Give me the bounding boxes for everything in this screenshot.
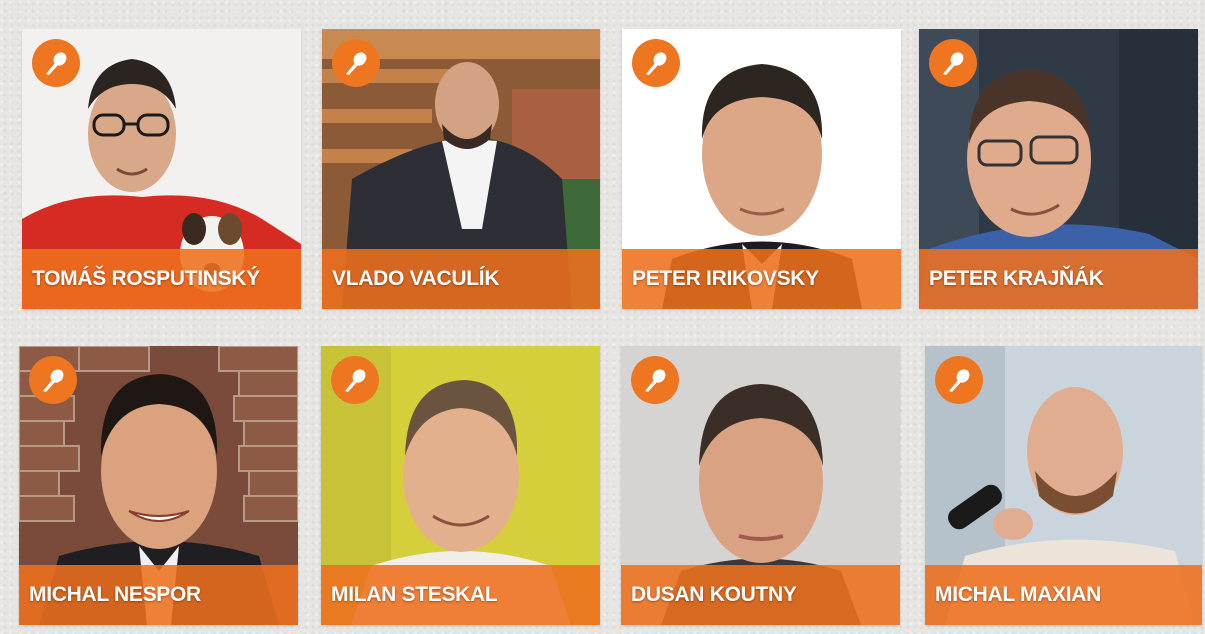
- speaker-name-bar: PETER IRIKOVSKY: [622, 249, 901, 309]
- speaker-name: MILAN STESKAL: [331, 583, 498, 606]
- speaker-name: TOMÁŠ ROSPUTINSKÝ: [32, 267, 260, 290]
- speaker-name: DUSAN KOUTNY: [631, 583, 797, 606]
- speakers-grid: TOMÁŠ ROSPUTINSKÝ VLADO VACULÍK PETER IR…: [0, 0, 1205, 634]
- speaker-card[interactable]: MICHAL NESPOR: [19, 346, 298, 625]
- microphone-icon: [929, 39, 977, 87]
- speaker-card[interactable]: VLADO VACULÍK: [322, 29, 600, 309]
- speaker-card[interactable]: TOMÁŠ ROSPUTINSKÝ: [22, 29, 301, 309]
- microphone-icon: [631, 356, 679, 404]
- speaker-name-bar: MILAN STESKAL: [321, 565, 600, 625]
- speaker-name: PETER IRIKOVSKY: [632, 267, 819, 290]
- speaker-name-bar: TOMÁŠ ROSPUTINSKÝ: [22, 249, 301, 309]
- speaker-name: MICHAL NESPOR: [29, 583, 201, 606]
- microphone-icon: [632, 39, 680, 87]
- speaker-name: VLADO VACULÍK: [332, 267, 500, 290]
- speaker-name-bar: MICHAL NESPOR: [19, 565, 298, 625]
- speaker-card[interactable]: MICHAL MAXIAN: [925, 346, 1202, 625]
- speaker-card[interactable]: MILAN STESKAL: [321, 346, 600, 625]
- speaker-name-bar: PETER KRAJŇÁK: [919, 249, 1198, 309]
- microphone-icon: [331, 356, 379, 404]
- speaker-name: MICHAL MAXIAN: [935, 583, 1102, 606]
- microphone-icon: [935, 356, 983, 404]
- microphone-icon: [332, 39, 380, 87]
- microphone-icon: [29, 356, 77, 404]
- speaker-name-bar: MICHAL MAXIAN: [925, 565, 1202, 625]
- speaker-name: PETER KRAJŇÁK: [929, 267, 1104, 290]
- speaker-card[interactable]: PETER KRAJŇÁK: [919, 29, 1198, 309]
- microphone-icon: [32, 39, 80, 87]
- speaker-card[interactable]: DUSAN KOUTNY: [621, 346, 900, 625]
- speaker-name-bar: DUSAN KOUTNY: [621, 565, 900, 625]
- speaker-card[interactable]: PETER IRIKOVSKY: [622, 29, 901, 309]
- speaker-name-bar: VLADO VACULÍK: [322, 249, 600, 309]
